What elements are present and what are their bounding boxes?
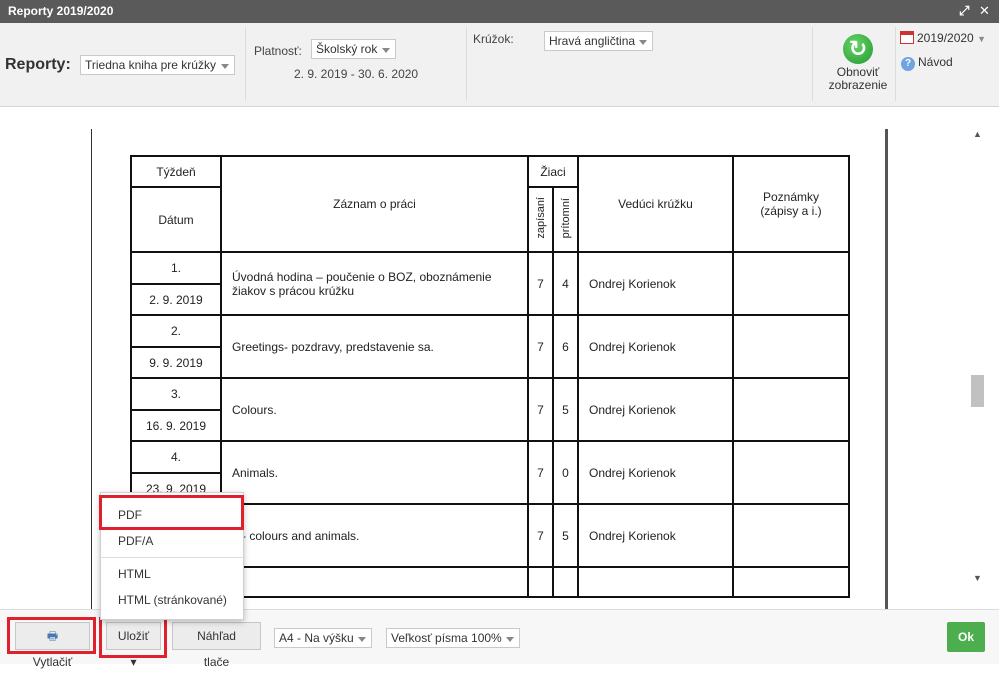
- font-size-select[interactable]: Veľkosť písma 100%: [386, 628, 520, 648]
- row-record: a - colours and animals.: [220, 503, 529, 568]
- refresh-button[interactable]: ↻ Obnoviť zobrazenie: [823, 30, 893, 96]
- row-cell: [577, 566, 734, 598]
- circle-select[interactable]: Hravá angličtina: [544, 31, 653, 51]
- row-record: Animals.: [220, 440, 529, 505]
- menu-item-html[interactable]: HTML: [101, 562, 243, 586]
- refresh-icon: ↻: [843, 34, 873, 64]
- scroll-down-icon[interactable]: ▼: [973, 573, 982, 583]
- printer-icon: 🖶: [46, 629, 59, 643]
- help-icon: ?: [901, 57, 915, 71]
- row-notes: [732, 314, 850, 379]
- row-enrolled: 7: [527, 314, 554, 379]
- row-present: 5: [552, 503, 579, 568]
- row-leader: Ondrej Korienok: [577, 440, 734, 505]
- menu-item-html-paged[interactable]: HTML (stránkované): [101, 588, 243, 612]
- row-cell: [552, 566, 579, 598]
- row-present: 5: [552, 377, 579, 442]
- row-week: 1.: [130, 251, 222, 285]
- page-border-left: [91, 129, 92, 609]
- toolbar-divider: [466, 27, 467, 101]
- row-date: 16. 9. 2019: [130, 409, 222, 442]
- row-notes: [732, 440, 850, 505]
- calendar-icon: [900, 31, 914, 44]
- row-present: 6: [552, 314, 579, 379]
- row-notes: [732, 251, 850, 316]
- row-notes: [732, 377, 850, 442]
- row-date: 9. 9. 2019: [130, 346, 222, 379]
- row-week: 4.: [130, 440, 222, 474]
- report-type-select[interactable]: Triedna kniha pre krúžky: [80, 55, 235, 75]
- header-notes: Poznámky (zápisy a i.): [732, 155, 850, 253]
- row-enrolled: 7: [527, 377, 554, 442]
- row-leader: Ondrej Korienok: [577, 314, 734, 379]
- toolbar-divider: [245, 27, 246, 101]
- header-students: Žiaci: [527, 155, 579, 188]
- print-button[interactable]: 🖶 Vytlačiť: [15, 622, 90, 669]
- chevron-down-icon: ▼: [977, 34, 986, 44]
- circle-label: Krúžok:: [473, 32, 514, 46]
- validity-label: Platnosť:: [254, 44, 302, 58]
- window-title: Reporty 2019/2020: [8, 4, 114, 18]
- row-cell: [527, 566, 554, 598]
- row-record: Úvodná hodina – poučenie o BOZ, oboznáme…: [220, 251, 529, 316]
- help-link[interactable]: ? Návod: [901, 55, 953, 71]
- page-border-right: [885, 129, 888, 609]
- vertical-scrollbar[interactable]: ▲ ▼: [970, 129, 985, 587]
- window-titlebar: Reporty 2019/2020 ⤢ ✕: [0, 0, 999, 23]
- school-year-select[interactable]: 2019/2020 ▼: [900, 31, 986, 49]
- row-week: 3.: [130, 377, 222, 411]
- row-present: 4: [552, 251, 579, 316]
- row-enrolled: 7: [527, 503, 554, 568]
- menu-item-pdf[interactable]: PDF: [101, 503, 243, 527]
- validity-select[interactable]: Školský rok: [311, 39, 396, 59]
- row-notes: [732, 503, 850, 568]
- row-record: Greetings- pozdravy, predstavenie sa.: [220, 314, 529, 379]
- row-present: 0: [552, 440, 579, 505]
- row-leader: Ondrej Korienok: [577, 503, 734, 568]
- toolbar-divider: [895, 27, 896, 101]
- toolbar-divider: [812, 27, 813, 101]
- row-enrolled: 7: [527, 251, 554, 316]
- row-record: Colours.: [220, 377, 529, 442]
- report-toolbar: Reporty: Triedna kniha pre krúžky Platno…: [0, 23, 999, 107]
- ok-button[interactable]: Ok: [947, 622, 985, 652]
- row-week: 2.: [130, 314, 222, 348]
- save-format-menu: PDF PDF/A HTML HTML (stránkované): [100, 492, 244, 620]
- row-date: 2. 9. 2019: [130, 283, 222, 316]
- row-leader: Ondrej Korienok: [577, 377, 734, 442]
- row-cell: [732, 566, 850, 598]
- header-leader: Vedúci krúžku: [577, 155, 734, 253]
- header-present: prítomní: [552, 186, 579, 253]
- date-range: 2. 9. 2019 - 30. 6. 2020: [294, 67, 419, 81]
- row-cell: [220, 566, 529, 598]
- menu-divider: [101, 557, 243, 558]
- row-leader: Ondrej Korienok: [577, 251, 734, 316]
- reports-label: Reporty:: [5, 56, 71, 73]
- header-date: Dátum: [130, 186, 222, 253]
- header-record: Záznam o práci: [220, 155, 529, 253]
- page-format-select[interactable]: A4 - Na výšku: [274, 628, 372, 648]
- print-preview-button[interactable]: Náhľad tlače: [172, 622, 261, 669]
- scroll-thumb[interactable]: [971, 375, 984, 407]
- refresh-label-2: zobrazenie: [828, 78, 888, 92]
- menu-item-pdfa[interactable]: PDF/A: [101, 529, 243, 553]
- header-week: Týždeň: [130, 155, 222, 188]
- close-icon[interactable]: ✕: [979, 3, 990, 19]
- maximize-icon[interactable]: ⤢: [959, 3, 969, 19]
- row-enrolled: 7: [527, 440, 554, 505]
- save-button[interactable]: Uložiť ▾: [106, 622, 161, 669]
- scroll-up-icon[interactable]: ▲: [973, 129, 982, 139]
- header-enrolled: zapísaní: [527, 186, 554, 253]
